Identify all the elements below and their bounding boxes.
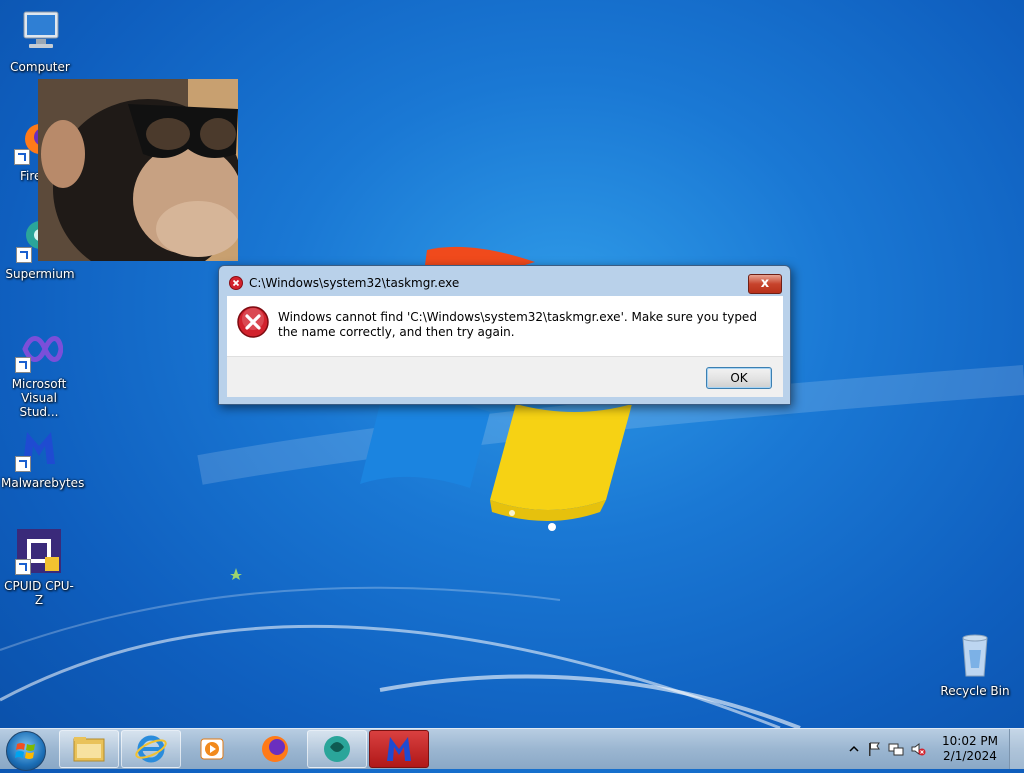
dialog-title: C:\Windows\system32\taskmgr.exe bbox=[249, 276, 460, 290]
start-button[interactable] bbox=[6, 731, 46, 771]
show-hidden-icons-icon[interactable] bbox=[846, 741, 862, 757]
dialog-footer: OK bbox=[227, 356, 783, 397]
taskbar-internet-explorer[interactable] bbox=[121, 730, 181, 768]
chimp-sunglasses-photo bbox=[38, 79, 238, 261]
error-small-icon bbox=[229, 276, 243, 293]
taskbar-supermium[interactable] bbox=[307, 730, 367, 768]
system-tray: 10:02 PM 2/1/2024 bbox=[844, 729, 1024, 769]
error-icon bbox=[237, 306, 269, 341]
network-icon[interactable] bbox=[888, 741, 904, 757]
windows-logo-icon bbox=[15, 743, 35, 759]
internet-explorer-icon bbox=[135, 735, 167, 763]
shortcut-arrow-icon bbox=[15, 456, 31, 472]
taskbar: 10:02 PM 2/1/2024 bbox=[0, 728, 1024, 771]
desktop-icon-label: Computer bbox=[10, 60, 70, 74]
firefox-icon bbox=[262, 736, 288, 762]
error-dialog: C:\Windows\system32\taskmgr.exe x Window… bbox=[218, 265, 791, 405]
computer-icon bbox=[16, 8, 64, 56]
taskbar-firefox[interactable] bbox=[245, 730, 305, 768]
desktop-icon-recycle-bin[interactable]: Recycle Bin bbox=[937, 632, 1013, 698]
cpuz-icon bbox=[15, 527, 63, 575]
shortcut-arrow-icon bbox=[16, 247, 32, 263]
shortcut-arrow-icon bbox=[15, 559, 31, 575]
volume-muted-icon[interactable] bbox=[910, 741, 926, 757]
malwarebytes-icon bbox=[15, 424, 63, 472]
close-button[interactable]: x bbox=[748, 274, 782, 294]
show-desktop-button[interactable] bbox=[1009, 729, 1024, 769]
desktop-icon-malwarebytes[interactable]: Malwarebytes bbox=[1, 424, 85, 490]
clock[interactable]: 10:02 PM 2/1/2024 bbox=[942, 734, 998, 764]
desktop-icon-label: Supermium bbox=[5, 267, 75, 281]
taskbar-file-explorer[interactable] bbox=[59, 730, 119, 768]
shortcut-arrow-icon bbox=[14, 149, 30, 165]
dialog-titlebar[interactable]: C:\Windows\system32\taskmgr.exe x bbox=[219, 266, 790, 296]
desktop-icon-label: Microsoft Visual Stud... bbox=[11, 377, 67, 419]
shortcut-arrow-icon bbox=[15, 357, 31, 373]
desktop-icon-computer[interactable]: Computer bbox=[2, 8, 78, 74]
clock-date: 2/1/2024 bbox=[943, 749, 997, 763]
desktop-icon-label: Recycle Bin bbox=[940, 684, 1010, 698]
taskbar-media-player[interactable] bbox=[183, 730, 243, 768]
desktop-icon-label: CPUID CPU-Z bbox=[4, 579, 74, 607]
folder-icon bbox=[73, 737, 105, 762]
visual-studio-icon bbox=[15, 325, 64, 373]
error-message: Windows cannot find 'C:\Windows\system32… bbox=[278, 310, 757, 339]
dialog-content: Windows cannot find 'C:\Windows\system32… bbox=[227, 296, 783, 356]
media-player-icon bbox=[200, 738, 224, 760]
taskbar-malwarebytes[interactable] bbox=[369, 730, 429, 768]
supermium-icon bbox=[324, 736, 350, 762]
desktop-icon-visual-studio[interactable]: Microsoft Visual Stud... bbox=[1, 325, 77, 419]
desktop-icon-cpuz[interactable]: CPUID CPU-Z bbox=[1, 527, 77, 607]
malwarebytes-icon bbox=[387, 737, 411, 761]
ok-button[interactable]: OK bbox=[706, 367, 772, 389]
close-icon: x bbox=[760, 276, 770, 291]
action-center-flag-icon[interactable] bbox=[866, 741, 882, 757]
recycle-bin-icon bbox=[951, 632, 999, 680]
desktop-icon-label: Malwarebytes bbox=[1, 476, 85, 490]
clock-time: 10:02 PM bbox=[942, 734, 998, 748]
